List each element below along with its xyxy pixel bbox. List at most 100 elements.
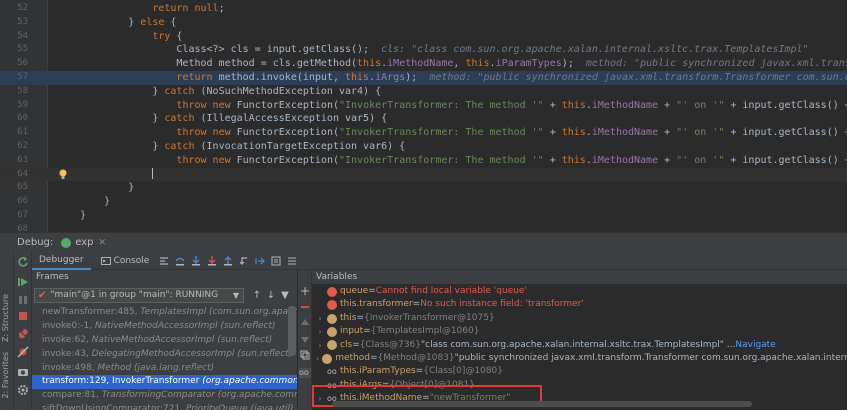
stop-icon[interactable] xyxy=(17,310,29,322)
evaluate-expression-icon[interactable] xyxy=(271,256,281,266)
show-execution-point-icon[interactable] xyxy=(159,256,169,266)
remove-watch-icon[interactable] xyxy=(300,302,310,312)
line-number[interactable]: 68 xyxy=(0,223,28,232)
copy-icon[interactable] xyxy=(300,350,310,360)
variable-type: {Method@1083} xyxy=(377,353,455,363)
stack-frame[interactable]: invoke:62, NativeMethodAccessorImpl (sun… xyxy=(32,334,297,348)
frame-class: (org.apache.commons.collections xyxy=(202,376,298,387)
variable-equals: = xyxy=(356,312,364,323)
expand-arrow-icon[interactable]: › xyxy=(316,339,324,353)
code-line[interactable]: 52 return null; xyxy=(0,2,847,16)
frame-method: siftDownUsingComparator:721, xyxy=(42,404,186,410)
line-number[interactable]: 55 xyxy=(0,43,28,57)
close-icon[interactable]: ✕ xyxy=(99,238,107,248)
code-line[interactable]: 58 } catch (NoSuchMethodException var4) … xyxy=(0,85,847,99)
line-number[interactable]: 54 xyxy=(0,30,28,44)
pause-icon[interactable] xyxy=(17,294,29,306)
code-line[interactable]: 59 throw new FunctorException("InvokerTr… xyxy=(0,99,847,113)
stack-frame[interactable]: newTransformer:485, TemplatesImpl (com.s… xyxy=(32,306,297,320)
code-line[interactable]: 54 try { xyxy=(0,30,847,44)
line-number[interactable]: 53 xyxy=(0,16,28,30)
step-into-icon[interactable] xyxy=(191,255,201,266)
code-line[interactable]: 62 } catch (InvocationTargetException va… xyxy=(0,140,847,154)
structure-tool-tab[interactable]: Z: Structure xyxy=(1,294,10,342)
line-number[interactable]: 58 xyxy=(0,85,28,99)
navigate-link[interactable]: Navigate xyxy=(735,339,775,353)
layout-icon[interactable] xyxy=(287,256,297,266)
line-number[interactable]: 52 xyxy=(0,2,28,16)
drop-frame-icon[interactable] xyxy=(239,256,249,266)
code-line[interactable]: 61 throw new FunctorException("InvokerTr… xyxy=(0,126,847,140)
code-line[interactable]: 56 Method method = cls.getMethod(this.iM… xyxy=(0,57,847,71)
settings-icon[interactable] xyxy=(17,384,29,396)
move-up-icon[interactable] xyxy=(300,318,310,328)
variable-row[interactable]: queue = Cannot find local variable 'queu… xyxy=(312,285,847,299)
arrow-down-icon[interactable]: ↓ xyxy=(264,290,278,301)
line-number[interactable]: 56 xyxy=(0,57,28,71)
stack-frame[interactable]: siftDownUsingComparator:721, PriorityQue… xyxy=(32,403,297,410)
code-editor[interactable]: 52 return null; 53 } else {54 try {55 Cla… xyxy=(0,0,847,232)
debug-session-tab[interactable]: exp ✕ xyxy=(61,237,106,248)
move-down-icon[interactable] xyxy=(300,334,310,344)
field-icon xyxy=(322,353,333,364)
stack-frame[interactable]: invoke:43, DelegatingMethodAccessorImpl … xyxy=(32,348,297,362)
code-line[interactable]: 65 } xyxy=(0,181,847,195)
variable-row[interactable]: › method = {Method@1083} "public synchron… xyxy=(312,352,847,366)
step-over-icon[interactable] xyxy=(175,256,185,266)
line-number[interactable]: 66 xyxy=(0,195,28,209)
expand-arrow-icon[interactable]: › xyxy=(316,352,319,366)
code-line[interactable]: 63 throw new FunctorException("InvokerTr… xyxy=(0,154,847,168)
line-number[interactable]: 64 xyxy=(0,168,28,182)
variables-scrollbar[interactable] xyxy=(332,401,752,407)
variable-row[interactable]: oo this.iParamTypes = {Class[0]@1080} xyxy=(312,365,847,379)
add-watch-icon[interactable]: + xyxy=(300,285,310,297)
variable-row[interactable]: › cls = {Class@736} "class com.sun.org.ap… xyxy=(312,339,847,353)
line-number[interactable]: 61 xyxy=(0,126,28,140)
line-number[interactable]: 57 xyxy=(0,71,28,85)
thread-selector[interactable]: ✔ "main"@1 in group "main": RUNNING ▼ xyxy=(34,287,244,303)
resume-icon[interactable] xyxy=(17,276,29,288)
line-number[interactable]: 65 xyxy=(0,181,28,195)
code-line[interactable]: 60 } catch (IllegalAccessException var5)… xyxy=(0,112,847,126)
code-line[interactable]: 66 } xyxy=(0,195,847,209)
code-line[interactable]: 68 xyxy=(0,223,847,232)
line-number[interactable]: 67 xyxy=(0,209,28,223)
run-to-cursor-icon[interactable] xyxy=(255,256,266,266)
force-step-into-icon[interactable] xyxy=(207,255,217,266)
line-number[interactable]: 62 xyxy=(0,140,28,154)
line-number[interactable]: 60 xyxy=(0,112,28,126)
expand-arrow-icon[interactable]: › xyxy=(316,312,324,326)
line-number[interactable]: 59 xyxy=(0,99,28,113)
code-line[interactable]: 67 } xyxy=(0,209,847,223)
code-line[interactable]: 55 Class<?> cls = input.getClass(); cls:… xyxy=(0,43,847,57)
frames-panel: Frames ✔ "main"@1 in group "main": RUNNI… xyxy=(32,270,298,410)
variable-row[interactable]: › input = {TemplatesImpl@1060} xyxy=(312,325,847,339)
stack-frame[interactable]: invoke:498, Method (java.lang.reflect) xyxy=(32,362,297,376)
camera-icon[interactable] xyxy=(17,366,29,378)
expand-arrow-icon[interactable]: › xyxy=(316,325,324,339)
variable-row[interactable]: this.transformer = No such instance fiel… xyxy=(312,298,847,312)
frame-method: invoke0:-1, xyxy=(42,320,95,331)
mute-breakpoints-icon[interactable] xyxy=(17,346,29,358)
arrow-up-icon[interactable]: ↑ xyxy=(250,290,264,301)
code-line[interactable]: 53 } else { xyxy=(0,16,847,30)
frames-scrollbar[interactable] xyxy=(288,306,296,356)
debug-header: Debug: exp ✕ xyxy=(0,232,847,252)
stack-frame[interactable]: compare:81, TransformingComparator (org.… xyxy=(32,389,297,403)
frame-list[interactable]: newTransformer:485, TemplatesImpl (com.s… xyxy=(32,306,298,410)
code-line[interactable]: 64 xyxy=(0,167,847,182)
variable-row[interactable]: › this = {InvokerTransformer@1075} xyxy=(312,312,847,326)
view-breakpoints-icon[interactable] xyxy=(17,328,29,340)
rerun-icon[interactable] xyxy=(17,256,29,268)
favorites-tool-tab[interactable]: 2: Favorites xyxy=(1,352,10,398)
filter-icon[interactable]: ▼ xyxy=(278,290,292,301)
stack-frame[interactable]: invoke0:-1, NativeMethodAccessorImpl (su… xyxy=(32,320,297,334)
stack-frame[interactable]: transform:129, InvokerTransformer (org.a… xyxy=(32,375,298,390)
code-line[interactable]: 57 return method.invoke(input, this.iArg… xyxy=(0,71,847,85)
tab-debugger[interactable]: Debugger xyxy=(32,252,91,270)
tab-console[interactable]: Console xyxy=(91,252,157,270)
watches-icon[interactable]: oo xyxy=(299,368,311,378)
step-out-icon[interactable] xyxy=(223,255,233,266)
variable-equals: = xyxy=(369,353,378,363)
line-number[interactable]: 63 xyxy=(0,154,28,168)
